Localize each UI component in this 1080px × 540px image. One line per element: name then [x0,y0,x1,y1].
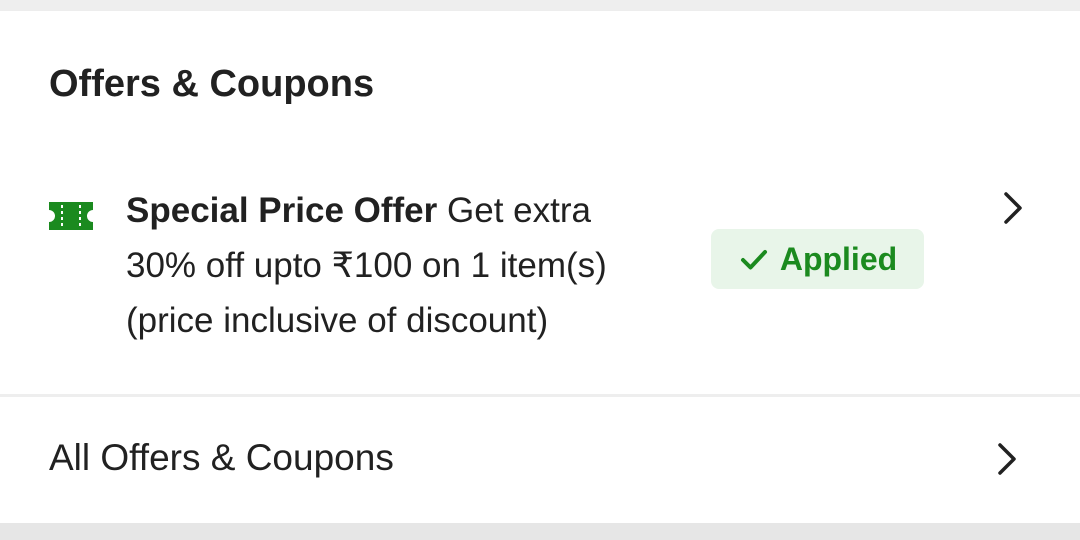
chevron-right-icon[interactable] [998,188,1028,228]
all-offers-label: All Offers & Coupons [49,437,394,478]
offer-desc-line2: 30% off upto ₹100 on 1 item(s) [126,246,607,285]
offers-card: Offers & Coupons Special Price Offer Get… [0,11,1080,394]
offer-description: Special Price Offer Get extra 30% off up… [126,183,686,348]
applied-badge: Applied [711,229,924,289]
all-offers-row[interactable]: All Offers & Coupons [0,397,1080,523]
applied-label: Applied [779,240,898,277]
chevron-right-icon[interactable] [992,439,1022,479]
bottom-separator [0,523,1080,540]
section-title: Offers & Coupons [49,63,375,105]
ticket-icon [49,202,93,230]
top-separator [0,0,1080,10]
offer-item[interactable]: Special Price Offer Get extra 30% off up… [0,171,1080,371]
offer-desc-line1: Get extra [447,191,591,230]
offer-title: Special Price Offer [126,191,438,230]
offer-desc-line3: (price inclusive of discount) [126,301,549,340]
check-icon [740,250,767,270]
